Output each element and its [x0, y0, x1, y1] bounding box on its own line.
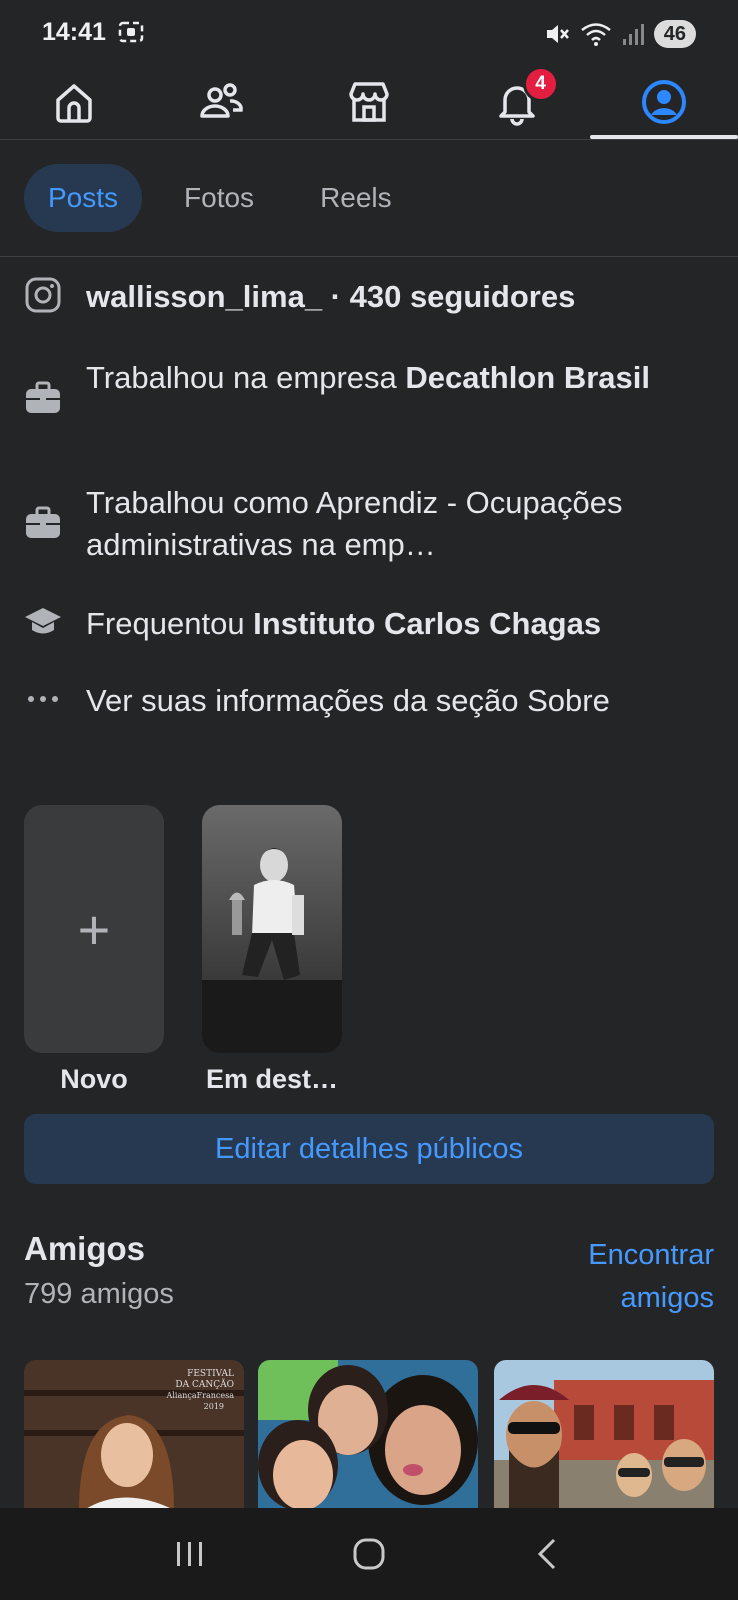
work-row-2: Trabalhou como Aprendiz - Ocupações admi…	[24, 482, 714, 566]
home-button-icon[interactable]	[349, 1534, 389, 1574]
instagram-icon	[25, 277, 61, 313]
friend-photo-2[interactable]	[258, 1360, 478, 1510]
friend-photo-3[interactable]	[494, 1360, 714, 1510]
work-text-2: Trabalhou como Aprendiz - Ocupações admi…	[86, 485, 623, 562]
profile-tabs: Posts Fotos Reels	[24, 164, 416, 232]
new-highlight-label: Novo	[60, 1064, 128, 1094]
instagram-row[interactable]: wallisson_lima_ · 430 seguidores	[24, 276, 714, 318]
screen-record-icon	[118, 21, 144, 43]
work-prefix: Trabalhou na empresa	[86, 360, 406, 395]
work-text-1: Trabalhou na empresa Decathlon Brasil	[86, 357, 650, 399]
mute-icon	[546, 25, 569, 43]
briefcase-icon	[26, 381, 60, 413]
back-icon[interactable]	[528, 1534, 568, 1574]
about-link: Ver suas informações da seção Sobre	[86, 683, 610, 718]
profile-icon	[642, 79, 687, 124]
plus-icon: +	[77, 897, 111, 961]
education-text: Frequentou Instituto Carlos Chagas	[86, 603, 601, 645]
top-navigation: 4	[0, 64, 738, 140]
briefcase-icon	[26, 506, 60, 538]
nav-friends[interactable]	[148, 64, 296, 139]
featured-photo	[202, 805, 342, 1053]
instagram-text: wallisson_lima_ · 430 seguidores	[86, 279, 576, 314]
edit-public-details-button[interactable]: Editar detalhes públicos	[24, 1114, 714, 1184]
recent-apps-icon[interactable]	[170, 1534, 210, 1574]
tab-posts[interactable]: Posts	[24, 164, 143, 232]
nav-marketplace[interactable]	[295, 64, 443, 139]
graduation-cap-icon	[25, 608, 61, 634]
svg-text:2019: 2019	[204, 1402, 224, 1411]
featured-highlight-card[interactable]	[202, 805, 342, 1053]
more-dots-icon	[28, 696, 58, 702]
education-school[interactable]: Instituto Carlos Chagas	[253, 606, 601, 641]
find-friends-link[interactable]: Encontrar amigos	[554, 1234, 714, 1320]
nav-notifications[interactable]: 4	[443, 64, 591, 139]
friends-icon	[200, 82, 244, 118]
nav-home[interactable]	[0, 64, 148, 139]
wifi-icon	[580, 23, 611, 46]
work-company[interactable]: Decathlon Brasil	[405, 360, 650, 395]
friend-photo-2-image	[258, 1360, 478, 1510]
status-time: 14:41	[42, 17, 106, 46]
featured-highlight-label: Em dest…	[205, 1064, 339, 1094]
friend-photo-1-image: FESTIVAL DA CANÇÃO AliançaFrancesa 2019	[24, 1360, 244, 1510]
battery-indicator: 46	[653, 20, 696, 48]
education-prefix: Frequentou	[86, 606, 254, 641]
svg-text:AliançaFrancesa: AliançaFrancesa	[166, 1391, 235, 1400]
nav-profile[interactable]	[590, 64, 738, 139]
about-row[interactable]: Ver suas informações da seção Sobre	[24, 680, 714, 722]
svg-text:FESTIVAL: FESTIVAL	[187, 1369, 234, 1379]
status-bar: 14:41 46	[0, 0, 738, 64]
divider	[0, 256, 738, 257]
tab-fotos[interactable]: Fotos	[160, 164, 278, 232]
svg-text:DA CANÇÃO: DA CANÇÃO	[175, 1378, 234, 1390]
friends-title: Amigos	[24, 1230, 146, 1267]
education-row: Frequentou Instituto Carlos Chagas	[24, 603, 714, 645]
marketplace-icon	[349, 81, 389, 122]
tab-reels[interactable]: Reels	[296, 164, 416, 232]
new-highlight-button[interactable]: +	[24, 805, 164, 1053]
friend-photo-1[interactable]: FESTIVAL DA CANÇÃO AliançaFrancesa 2019	[24, 1360, 244, 1510]
home-icon	[56, 83, 92, 123]
friend-photo-3-image	[494, 1360, 714, 1510]
system-navigation-bar	[0, 1508, 738, 1600]
work-row-1: Trabalhou na empresa Decathlon Brasil	[24, 357, 714, 417]
signal-icon	[622, 24, 644, 45]
notification-badge: 4	[522, 66, 559, 102]
friends-count: 799 amigos	[24, 1278, 174, 1310]
